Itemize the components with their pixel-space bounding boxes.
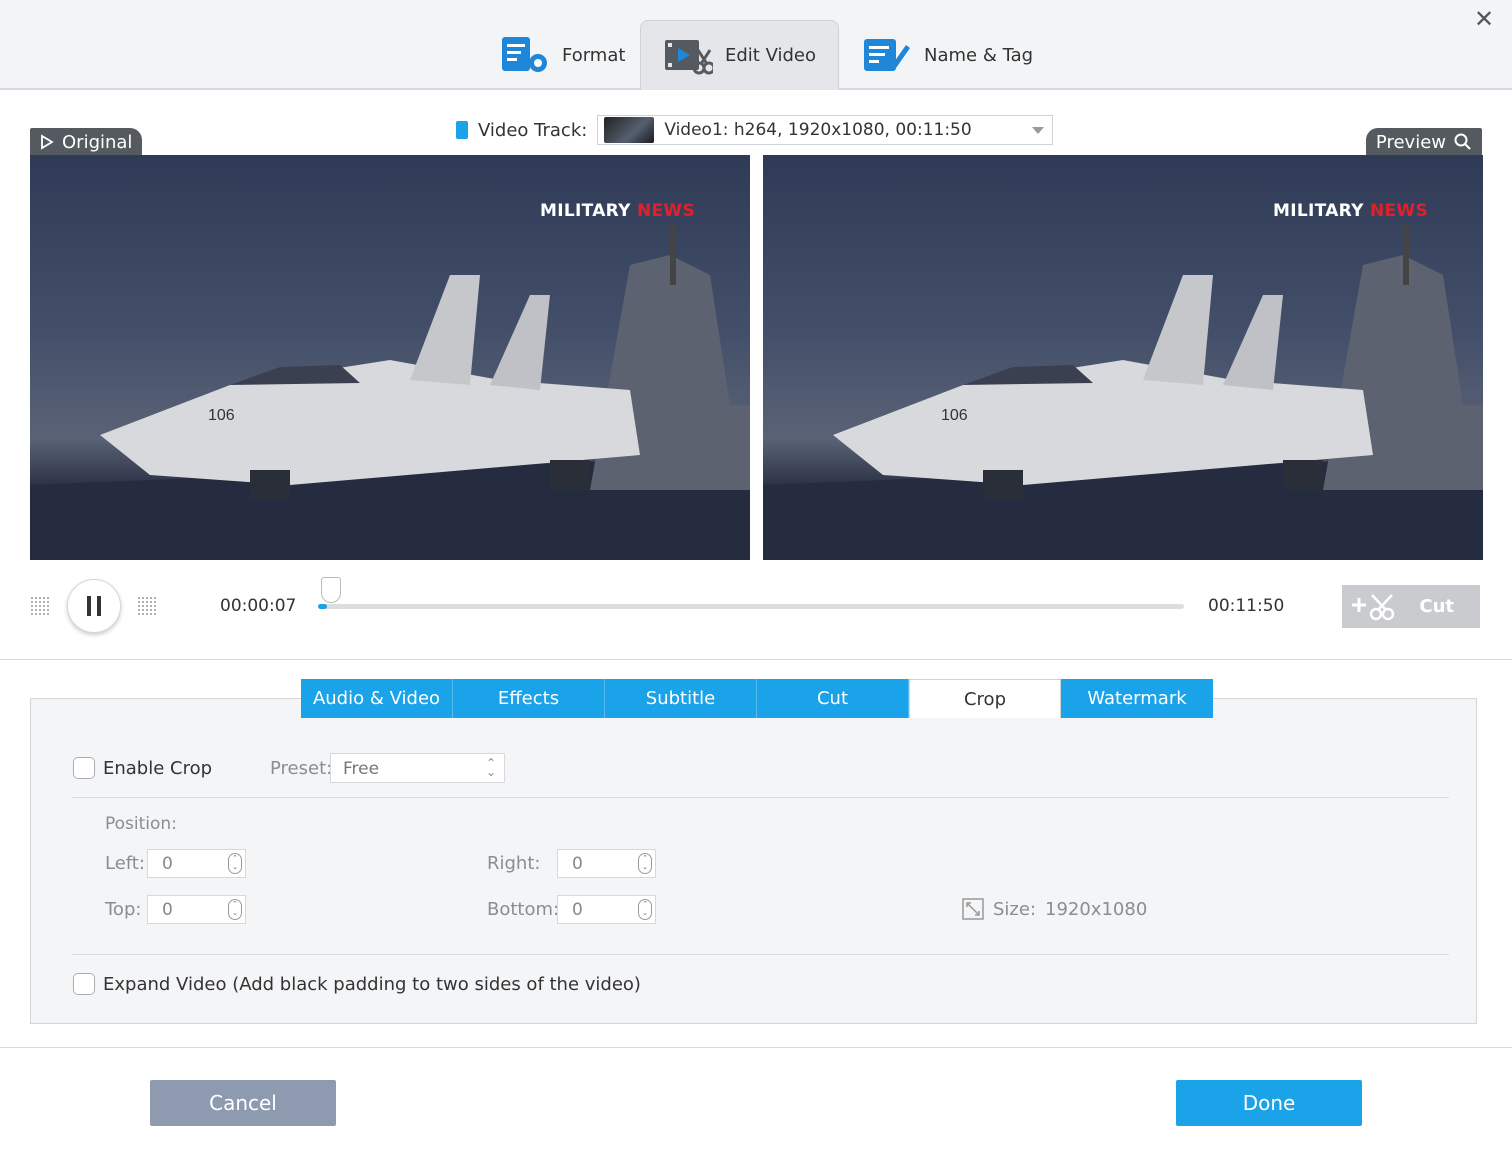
position-label: Position: [105,814,177,834]
preset-label: Preset: [270,758,333,779]
close-icon[interactable]: ✕ [1472,7,1496,32]
resize-icon [962,898,984,920]
preset-select[interactable]: Free ⌃ ⌄ [330,753,505,783]
magnifier-icon [1454,133,1471,150]
tab-effects[interactable]: Effects [453,679,605,718]
left-spinbox[interactable]: 0 ⌃ ⌄ [147,849,246,878]
add-scissors-icon [1352,593,1395,620]
tab-name-tag[interactable]: Name & Tag [840,20,1055,90]
jet-number: 106 [208,407,235,424]
video-track-label: Video Track: [478,119,588,141]
pause-icon-bar [87,596,91,616]
cut-button[interactable]: Cut [1342,585,1480,628]
panel-divider [72,954,1449,955]
top-spinbox[interactable]: 0 ⌃ ⌄ [147,895,246,924]
spinner-arrows-icon[interactable]: ⌃ ⌄ [638,853,652,874]
tab-edit-video[interactable]: Edit Video [640,20,839,90]
divider [0,659,1512,660]
bottom-spinbox[interactable]: 0 ⌃ ⌄ [557,895,656,924]
watermark-text: MILITARY NEWS [540,201,695,221]
right-spinbox[interactable]: 0 ⌃ ⌄ [557,849,656,878]
edit-tab-bar: Audio & Video Effects Subtitle Cut Crop … [301,679,1213,718]
preset-value: Free [343,759,380,779]
expand-video-checkbox[interactable] [73,973,95,995]
tab-audio-video[interactable]: Audio & Video [301,679,453,718]
video-track-value: Video1: h264, 1920x1080, 00:11:50 [664,120,972,140]
bottom-value: 0 [572,900,583,920]
expand-video-label: Expand Video (Add black padding to two s… [103,974,641,995]
original-label: Original [30,128,143,156]
seek-bar[interactable] [318,604,1184,609]
preview-video-frame: 106 MILITARY NEWS [763,155,1483,560]
tab-name-tag-label: Name & Tag [924,44,1034,66]
size-label: Size: [993,899,1037,920]
tab-cut[interactable]: Cut [757,679,909,718]
spinner-arrows-icon[interactable]: ⌃ ⌄ [228,899,242,920]
watermark-red-preview: NEWS [1369,201,1428,221]
watermark-red: NEWS [636,201,695,221]
name-tag-icon [864,39,910,71]
cut-button-label: Cut [1419,596,1454,617]
pause-button[interactable] [67,579,121,633]
tab-format-label: Format [562,44,626,66]
video-track-row: Video Track: Video1: h264, 1920x1080, 00… [456,115,1054,145]
left-label: Left: [105,853,145,874]
tab-edit-video-label: Edit Video [725,45,817,66]
cancel-button[interactable]: Cancel [150,1080,336,1126]
total-time: 00:11:50 [1208,596,1285,616]
jet-number-preview: 106 [941,407,968,424]
watermark-white: MILITARY [540,201,631,221]
footer-divider [0,1047,1512,1048]
seek-handle[interactable] [320,577,341,603]
size-value: 1920x1080 [1045,899,1148,920]
top-tab-bar: Format Edit Video Name & Tag ✕ [0,0,1512,90]
tab-crop[interactable]: Crop [909,679,1061,718]
seek-progress [318,604,327,609]
done-button[interactable]: Done [1176,1080,1362,1126]
enable-crop-checkbox[interactable] [73,757,95,779]
play-outline-icon [41,134,54,150]
tab-subtitle[interactable]: Subtitle [605,679,757,718]
current-time: 00:00:07 [220,596,297,616]
top-value: 0 [162,900,173,920]
video-track-select[interactable]: Video1: h264, 1920x1080, 00:11:50 [597,115,1054,145]
right-label: Right: [487,853,541,874]
tab-format[interactable]: Format [478,20,647,90]
spinner-arrows-icon[interactable]: ⌃ ⌄ [638,899,652,920]
bottom-label: Bottom: [487,899,560,920]
video-track-thumbnail [604,117,655,143]
enable-crop-label: Enable Crop [103,758,213,779]
preview-button[interactable]: Preview [1365,128,1482,156]
top-label: Top: [105,899,142,920]
original-video-frame: 106 MILITARY NEWS [30,155,750,560]
next-frame-icon[interactable] [137,596,157,616]
pause-icon-bar [97,596,101,616]
chevron-down-icon [1032,127,1045,134]
format-settings-icon [502,37,547,72]
spinner-arrows-icon[interactable]: ⌃ ⌄ [228,853,242,874]
updown-arrows-icon: ⌃ ⌄ [485,756,496,779]
original-label-text: Original [62,131,133,153]
watermark-text-preview: MILITARY NEWS [1273,201,1428,221]
tab-watermark[interactable]: Watermark [1061,679,1213,718]
watermark-white-preview: MILITARY [1273,201,1364,221]
video-track-icon [456,121,468,139]
edit-video-icon [665,39,713,74]
preview-label-text: Preview [1375,131,1446,153]
previous-frame-icon[interactable] [30,596,50,616]
left-value: 0 [162,854,173,874]
panel-divider [72,797,1449,798]
right-value: 0 [572,854,583,874]
